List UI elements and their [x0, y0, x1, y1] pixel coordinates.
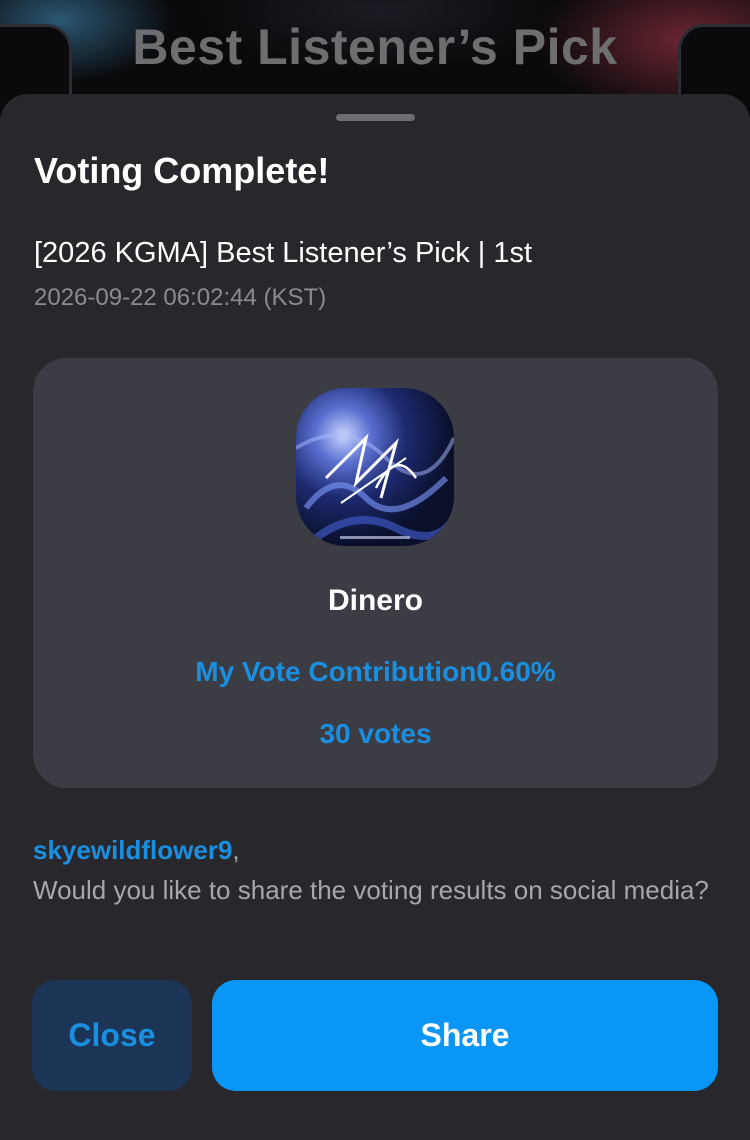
vote-count: 30 votes [319, 718, 432, 749]
voting-complete-sheet: Voting Complete! [2026 KGMA] Best Listen… [0, 94, 750, 1140]
artist-name: Dinero [327, 584, 423, 617]
share-button[interactable]: Share [212, 980, 718, 1091]
sheet-title: Voting Complete! [34, 150, 330, 191]
event-name: [2026 KGMA] Best Listener’s Pick | 1st [34, 237, 533, 269]
artist-artwork [296, 388, 454, 546]
result-card: Dinero My Vote Contribution0.60% 30 vote… [33, 358, 718, 788]
share-message: Would you like to share the voting resul… [33, 875, 709, 905]
banner-title: Best Listener’s Pick [132, 19, 618, 75]
username-link[interactable]: skyewildflower9 [33, 835, 232, 865]
close-button[interactable]: Close [32, 980, 192, 1091]
vote-contribution: My Vote Contribution0.60% [195, 656, 556, 687]
username-comma: , [232, 835, 240, 865]
artwork-graphic [296, 433, 454, 542]
drag-handle[interactable] [336, 114, 415, 121]
share-prompt: skyewildflower9, Would you like to share… [33, 830, 713, 910]
event-timestamp: 2026-09-22 06:02:44 (KST) [34, 284, 327, 311]
